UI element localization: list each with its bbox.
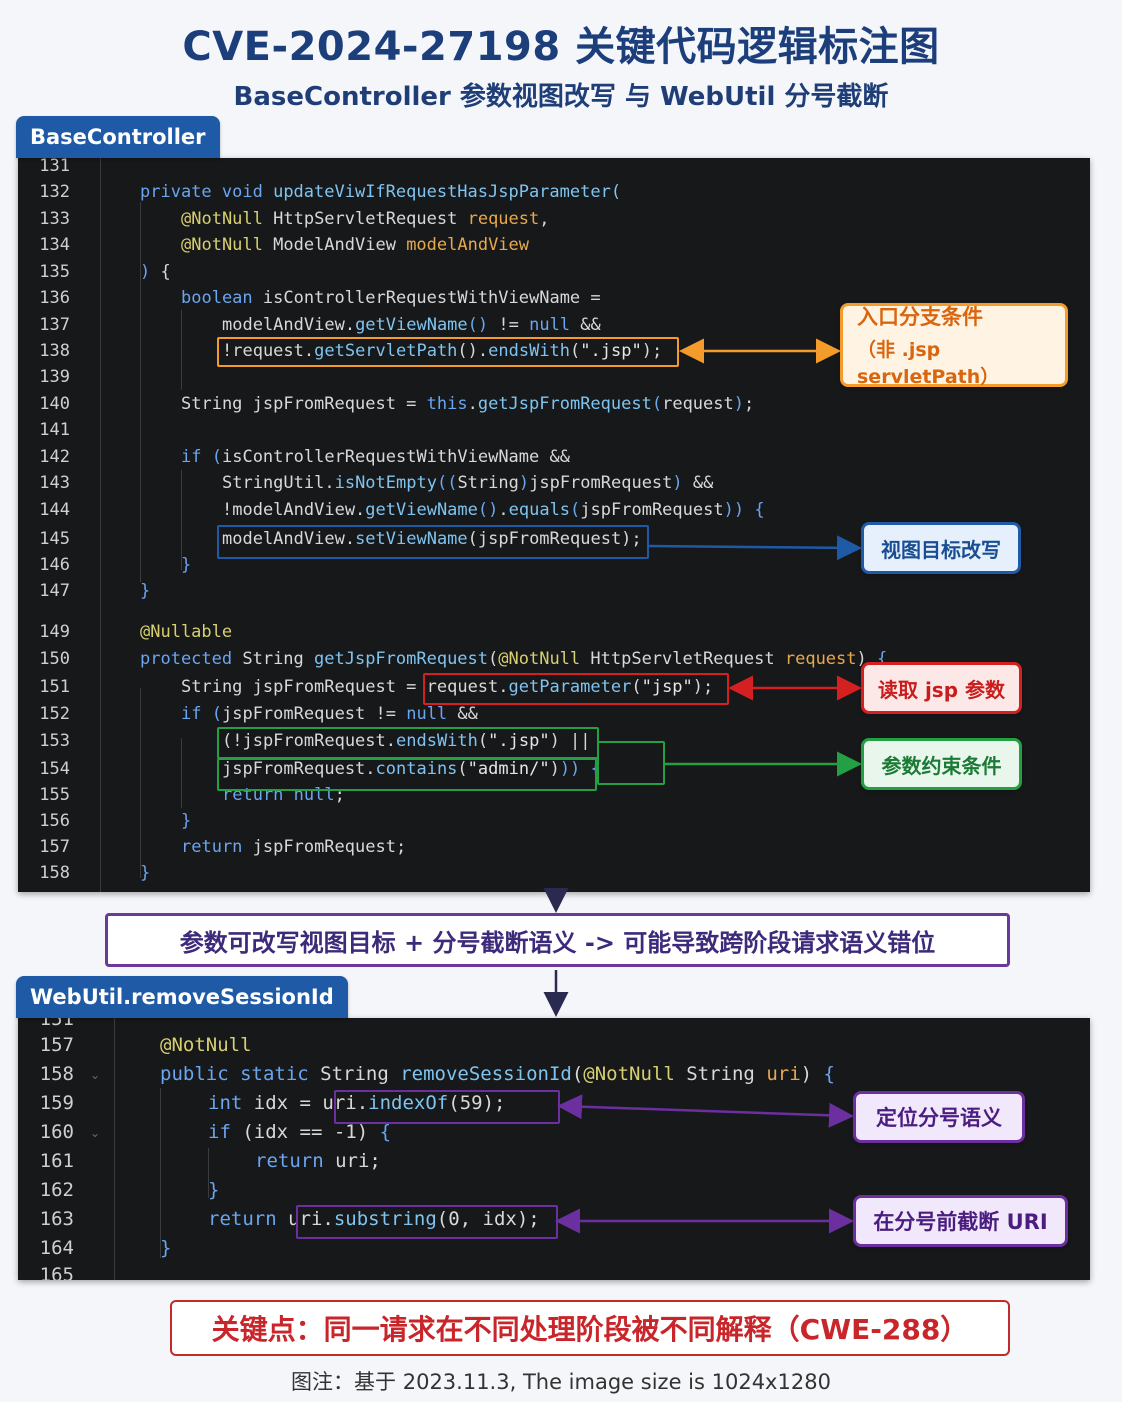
arrow-locate-semicolon: [557, 1094, 854, 1128]
connector-arrows: [543, 338, 862, 1234]
arrow-view-rewrite: [646, 535, 862, 561]
